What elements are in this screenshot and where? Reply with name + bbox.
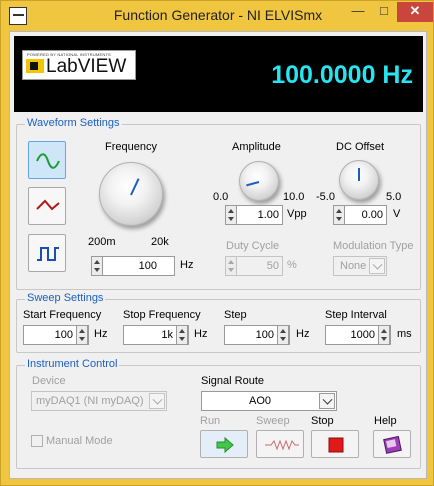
amplitude-label: Amplitude (232, 141, 281, 153)
frequency-display: 100.0000 Hz (271, 61, 413, 89)
help-label: Help (374, 415, 397, 427)
device-select[interactable]: myDAQ1 (NI myDAQ) (31, 391, 167, 411)
close-button[interactable]: ✕ (397, 2, 433, 22)
sine-wave-icon (36, 153, 60, 169)
dc-offset-label: DC Offset (336, 141, 385, 153)
frequency-min-label: 200m (88, 236, 116, 248)
instrument-control-title: Instrument Control (25, 358, 120, 370)
triangle-wave-icon (36, 199, 60, 211)
chevron-down-icon (149, 393, 165, 409)
instrument-control-group: Instrument Control Device myDAQ1 (NI myD… (16, 358, 421, 469)
dc-offset-input[interactable]: 0.00 (333, 205, 387, 225)
manual-mode-checkbox[interactable] (31, 435, 43, 447)
step-interval-label: Step Interval (325, 309, 387, 321)
modulation-type-label: Modulation Type (333, 240, 414, 252)
minimize-button[interactable]: — (345, 2, 371, 22)
frequency-label: Frequency (105, 141, 157, 153)
amplitude-input[interactable]: 1.00 (225, 205, 283, 225)
signal-route-label: Signal Route (201, 375, 264, 387)
duty-cycle-spinner[interactable] (225, 256, 237, 276)
frequency-input[interactable]: 100 (91, 256, 175, 276)
start-frequency-label: Start Frequency (23, 309, 102, 321)
run-arrow-icon (216, 436, 234, 454)
sweep-label: Sweep (256, 415, 290, 427)
start-frequency-spinner[interactable] (76, 325, 88, 345)
device-label: Device (32, 375, 66, 387)
step-label: Step (224, 309, 247, 321)
manual-mode-label: Manual Mode (46, 435, 113, 447)
help-book-icon (383, 435, 402, 454)
frequency-knob[interactable] (99, 162, 163, 226)
frequency-max-label: 20k (151, 236, 169, 248)
stop-frequency-label: Stop Frequency (123, 309, 201, 321)
frequency-spinner[interactable] (91, 256, 103, 276)
sweep-settings-group: Sweep Settings Start Frequency 100 Hz St… (16, 292, 421, 353)
sweep-button[interactable] (256, 430, 304, 458)
dc-offset-spinner[interactable] (333, 205, 345, 225)
header-panel: POWERED BY NATIONAL INSTRUMENTS LabVIEW … (14, 36, 423, 112)
sweep-settings-title: Sweep Settings (25, 292, 106, 304)
chevron-down-icon (319, 393, 335, 409)
run-button[interactable] (200, 430, 248, 458)
step-interval-input[interactable]: 1000 (325, 325, 391, 345)
step-input[interactable]: 100 (224, 325, 290, 345)
step-spinner[interactable] (277, 325, 289, 345)
stop-frequency-spinner[interactable] (176, 325, 188, 345)
step-interval-spinner[interactable] (378, 325, 390, 345)
start-frequency-input[interactable]: 100 (23, 325, 89, 345)
ni-logo-icon (26, 59, 44, 73)
app-window: Function Generator - NI ELVISmx — □ ✕ PO… (0, 0, 434, 486)
sweep-wave-icon (265, 439, 299, 451)
dc-offset-knob[interactable] (339, 160, 379, 200)
amplitude-spinner[interactable] (225, 205, 237, 225)
waveform-settings-group: Waveform Settings Frequency 200m 20k 100… (16, 117, 421, 290)
duty-cycle-label: Duty Cycle (226, 240, 280, 252)
maximize-button[interactable]: □ (371, 2, 397, 22)
run-label: Run (200, 415, 221, 427)
stop-button[interactable] (311, 430, 359, 458)
signal-route-select[interactable]: AO0 (201, 391, 337, 411)
waveform-settings-title: Waveform Settings (25, 117, 122, 129)
sine-wave-button[interactable] (28, 141, 66, 179)
duty-cycle-input[interactable]: 50 (225, 256, 283, 276)
modulation-type-select[interactable]: None (333, 256, 387, 276)
help-button[interactable] (373, 430, 411, 458)
square-wave-button[interactable] (28, 234, 66, 272)
stop-frequency-input[interactable]: 1k (123, 325, 189, 345)
stop-square-icon (328, 437, 344, 453)
title-bar: Function Generator - NI ELVISmx — □ ✕ (1, 1, 434, 31)
square-wave-icon (37, 247, 59, 261)
chevron-down-icon (369, 258, 385, 274)
triangle-wave-button[interactable] (28, 187, 66, 225)
client-area: POWERED BY NATIONAL INSTRUMENTS LabVIEW … (9, 31, 427, 479)
amplitude-knob[interactable] (239, 161, 279, 201)
labview-logo: POWERED BY NATIONAL INSTRUMENTS LabVIEW (22, 50, 136, 80)
stop-label: Stop (311, 415, 334, 427)
